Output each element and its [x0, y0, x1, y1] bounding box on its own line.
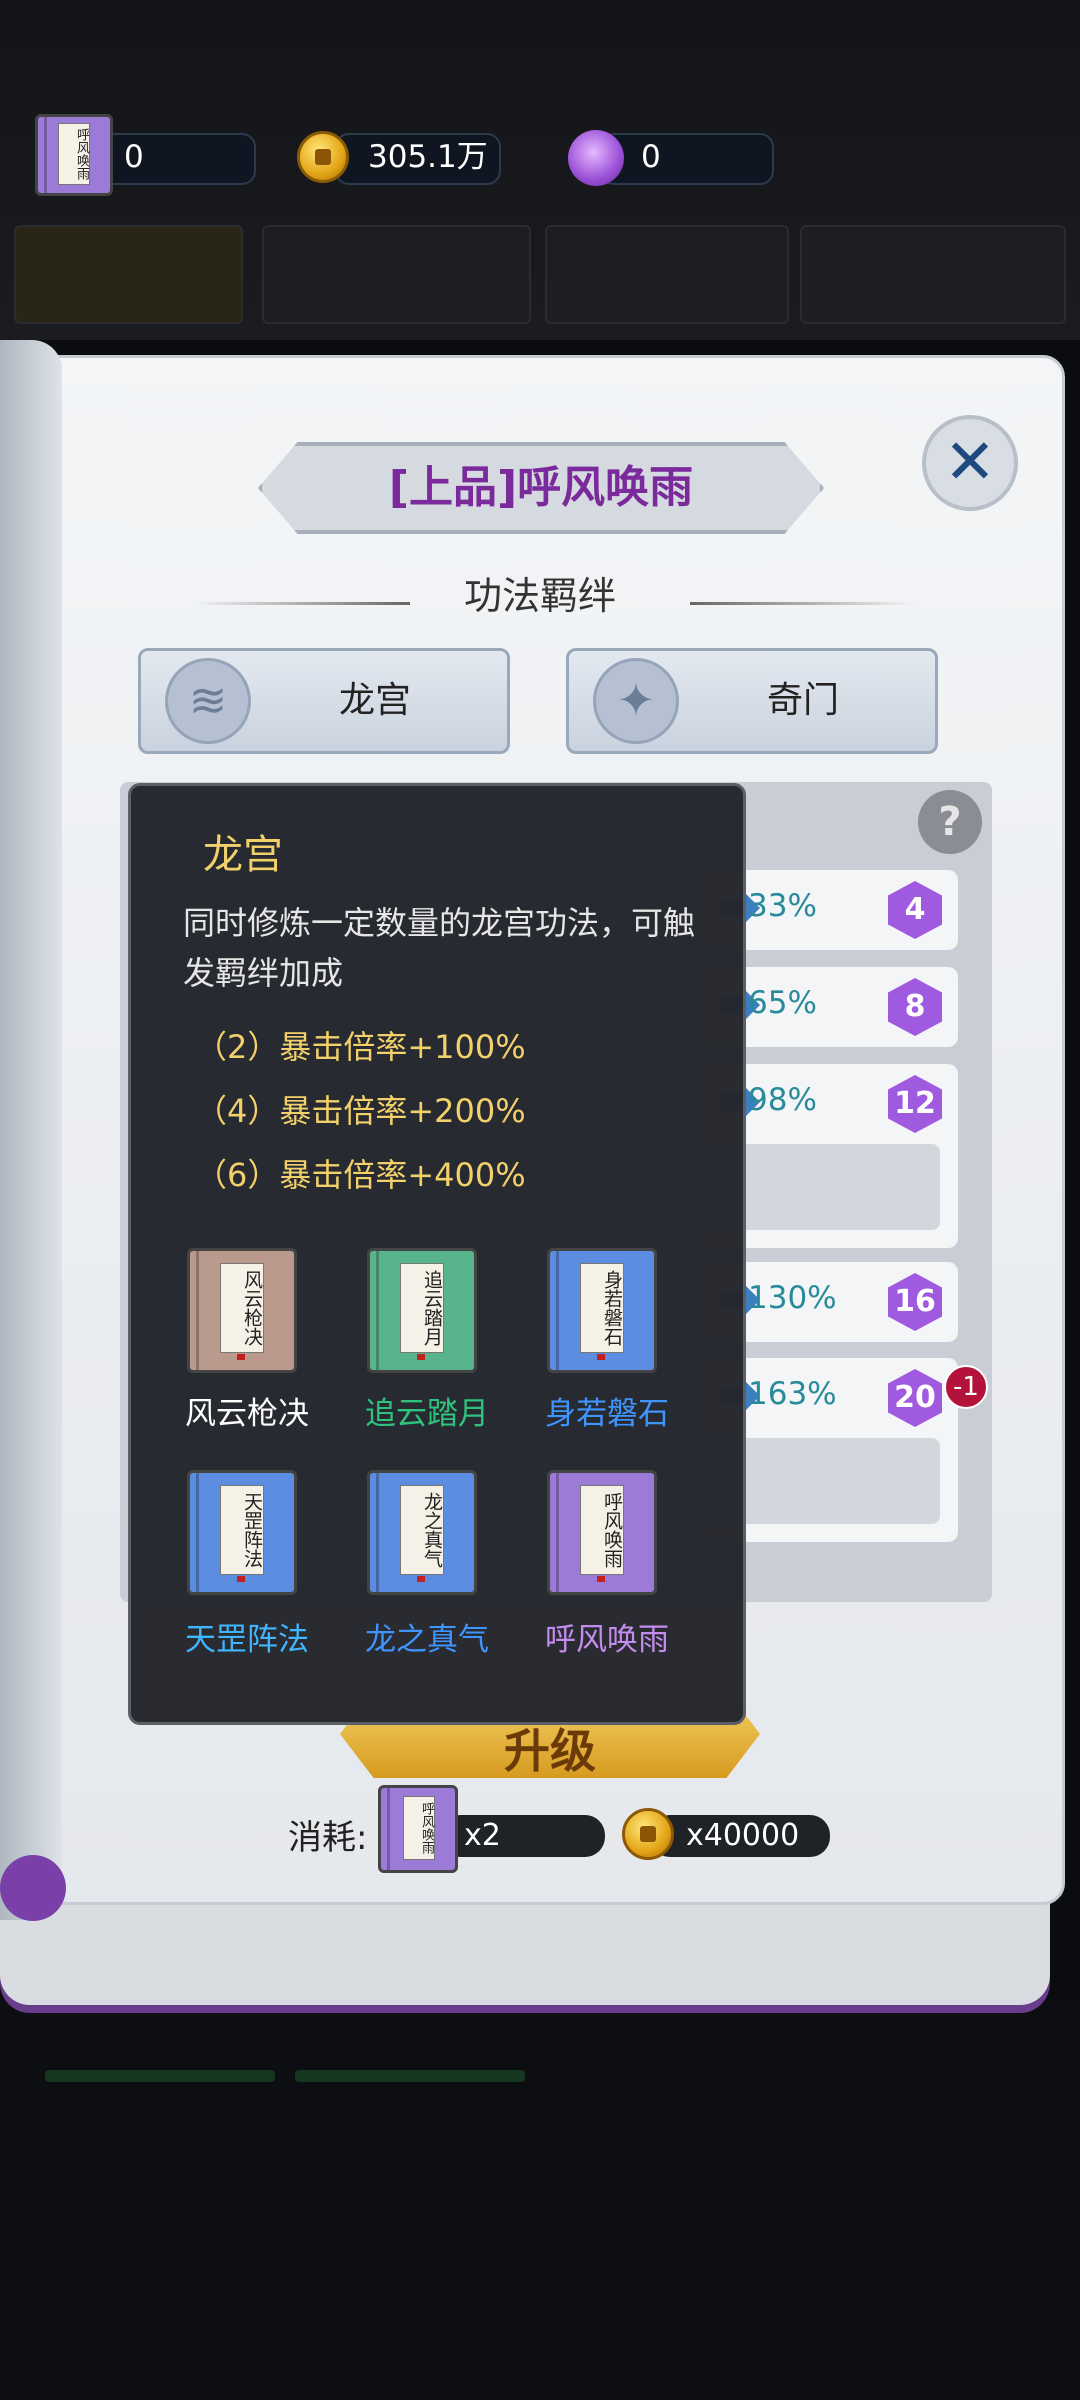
row-value: 33% — [748, 888, 817, 924]
faction-label: 奇门 — [767, 680, 840, 721]
gold-coin-icon — [297, 131, 349, 183]
spirit-pill — [600, 133, 774, 185]
tooltip-description: 同时修炼一定数量的龙宫功法，可触发羁绊加成 — [183, 904, 696, 992]
cost-item-amount: x2 — [464, 1818, 501, 1853]
row-value: 130% — [748, 1280, 837, 1316]
row-value: 163% — [748, 1376, 837, 1412]
cost-item-pill: x2 — [440, 1815, 605, 1857]
notification-badge: -1 — [944, 1365, 988, 1409]
book-name: 龙之真气 — [365, 1622, 489, 1658]
book-cover-text: 追云踏月 — [400, 1263, 444, 1353]
book-cover-text: 呼风唤雨 — [580, 1485, 624, 1575]
book-icon-fengyun[interactable]: 风云枪决 — [187, 1248, 297, 1373]
bg-tab-4 — [800, 225, 1066, 324]
book-icon-longzhi[interactable]: 龙之真气 — [367, 1470, 477, 1595]
requirement-hex: 4 — [888, 881, 942, 939]
requirement-hex: 8 — [888, 978, 942, 1036]
ornament-left — [195, 602, 410, 605]
book-name: 身若磐石 — [545, 1396, 669, 1432]
bg-bar — [45, 2070, 275, 2082]
book-name: 天罡阵法 — [185, 1622, 309, 1658]
book-cover-text: 身若磐石 — [580, 1263, 624, 1353]
background-bottom — [0, 2000, 1080, 2400]
gold-coin-icon — [622, 1808, 674, 1860]
faction-label: 龙宫 — [339, 680, 412, 721]
bonus-line: （4）暴击倍率+200% — [195, 1092, 526, 1130]
book-cover-text: 天罡阵法 — [220, 1485, 264, 1575]
requirement-hex: 20 — [888, 1369, 942, 1427]
cost-gold-pill: x40000 — [650, 1815, 830, 1857]
bg-tab-1 — [14, 225, 243, 324]
book-icon-shenruo[interactable]: 身若磐石 — [547, 1248, 657, 1373]
bonus-line: （2）暴击倍率+100% — [195, 1028, 526, 1066]
row-value: 98% — [748, 1082, 817, 1118]
book-icon-tiangang[interactable]: 天罡阵法 — [187, 1470, 297, 1595]
manual-book-icon: 呼风唤雨 — [378, 1785, 458, 1873]
bg-bar — [295, 2070, 525, 2082]
cost-gold-amount: x40000 — [686, 1818, 800, 1853]
book-icon-zhuiyun[interactable]: 追云踏月 — [367, 1248, 477, 1373]
book-cover-text: 龙之真气 — [400, 1485, 444, 1575]
book-icon-hufeng[interactable]: 呼风唤雨 — [547, 1470, 657, 1595]
tooltip-title: 龙宫 — [203, 832, 283, 878]
manual-book-cover-text: 呼风唤雨 — [403, 1796, 435, 1860]
bonus-line: （6）暴击倍率+400% — [195, 1156, 526, 1194]
book-spine — [0, 340, 62, 1920]
book-name: 风云枪决 — [185, 1396, 309, 1432]
gold-amount: 305.1万 — [368, 139, 488, 175]
spirit-orb-icon — [568, 130, 624, 186]
requirement-hex: 16 — [888, 1273, 942, 1331]
book-clasp — [0, 1855, 66, 1921]
faction-button-qimen[interactable]: ✦ 奇门 — [566, 648, 938, 754]
book-name: 呼风唤雨 — [545, 1622, 669, 1658]
ornament-right — [690, 602, 915, 605]
requirement-hex: 12 — [888, 1075, 942, 1133]
bg-tab-3 — [545, 225, 789, 324]
close-icon: ✕ — [944, 425, 996, 498]
bg-tab-2 — [262, 225, 531, 324]
spirit-count: 0 — [641, 139, 661, 175]
manual-count: 0 — [124, 139, 144, 175]
manual-count-pill — [92, 133, 256, 185]
skill-title: [上品]呼风唤雨 — [388, 462, 694, 513]
faction-button-longgong[interactable]: ≋ 龙宫 — [138, 648, 510, 754]
manual-book-icon: 呼风唤雨 — [35, 114, 113, 196]
manual-book-cover-text: 呼风唤雨 — [58, 123, 90, 185]
upgrade-label: 升级 — [504, 1724, 596, 1778]
section-subtitle: 功法羁绊 — [463, 574, 616, 618]
cost-label: 消耗: — [288, 1818, 368, 1858]
help-button[interactable]: ? — [918, 790, 982, 854]
question-icon: ? — [938, 799, 962, 845]
book-cover-text: 风云枪决 — [220, 1263, 264, 1353]
wave-icon: ≋ — [165, 658, 251, 744]
close-button[interactable]: ✕ — [922, 415, 1018, 511]
book-name: 追云踏月 — [365, 1396, 489, 1432]
emblem-icon: ✦ — [593, 658, 679, 744]
row-value: 65% — [748, 985, 817, 1021]
